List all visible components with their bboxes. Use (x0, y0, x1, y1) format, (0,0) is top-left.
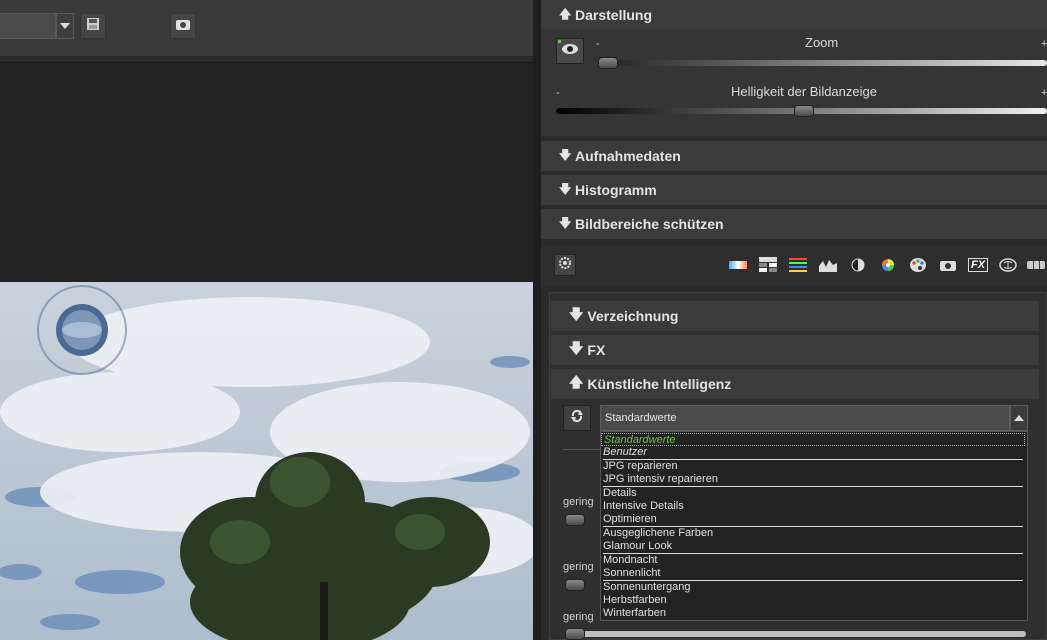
section-title: Aufnahmedaten (575, 148, 681, 164)
section-title: Verzeichnung (587, 308, 679, 324)
divider (563, 449, 601, 450)
snapshot-button[interactable] (170, 13, 196, 39)
dropdown-option[interactable]: Sonnenuntergang (603, 581, 690, 594)
histogram-icon[interactable] (817, 254, 839, 276)
dropdown-option[interactable]: Winterfarben (603, 607, 666, 620)
gradient-icon[interactable] (727, 254, 749, 276)
dropdown-separator (603, 553, 1023, 554)
save-button[interactable] (80, 13, 106, 39)
section-fx-header[interactable]: 🡇 FX (551, 335, 1039, 365)
preset-select[interactable] (0, 13, 56, 39)
arrow-down-icon: 🡇 (569, 340, 584, 356)
section-darstellung-header[interactable]: 🡅 Darstellung (541, 0, 1047, 30)
zoom-max-label: + (1041, 38, 1047, 50)
chevron-down-icon[interactable] (56, 13, 74, 39)
refresh-icon (570, 409, 584, 428)
camera-icon (176, 17, 190, 35)
dropdown-option[interactable]: JPG intensiv reparieren (603, 473, 718, 486)
brightness-min-label: - (556, 87, 560, 99)
camera-icon[interactable] (937, 254, 959, 276)
section-title: Bildbereiche schützen (575, 216, 724, 232)
dropdown-option[interactable]: Details (603, 487, 637, 500)
section-title: Darstellung (575, 7, 653, 23)
ki-slider-handle-1[interactable] (565, 514, 585, 526)
arrow-up-icon: 🡅 (569, 374, 584, 390)
brightness-label: Helligkeit der Bildanzeige (731, 84, 877, 99)
brightness-max-label: + (1041, 87, 1047, 99)
zoom-slider[interactable] (599, 60, 1047, 66)
color-wheel-icon[interactable] (877, 254, 899, 276)
gear-icon (559, 256, 571, 274)
section-histogramm-header[interactable]: 🡇 Histogramm (541, 175, 1047, 205)
zoom-slider-handle[interactable] (598, 57, 618, 69)
dropdown-option[interactable]: Intensive Details (603, 500, 684, 513)
section-title: Histogramm (575, 182, 657, 198)
arrow-down-icon: 🡇 (559, 147, 572, 162)
ki-slider-handle-2[interactable] (565, 579, 585, 591)
dropdown-option[interactable]: Benutzer (603, 446, 647, 459)
reset-button[interactable] (563, 405, 591, 431)
zoom-min-label: - (596, 38, 600, 50)
ki-slider-3[interactable] (571, 631, 1026, 637)
arrow-up-icon: 🡅 (559, 6, 572, 21)
dropdown-option[interactable]: JPG reparieren (603, 460, 678, 473)
photo-preview[interactable] (0, 282, 533, 640)
fx-icon[interactable]: FX (967, 254, 989, 276)
dropdown-option[interactable]: Glamour Look (603, 540, 672, 553)
ki-preset-dropdown: Standardwerte Benutzer JPG reparieren JP… (600, 431, 1028, 621)
section-bildbereiche-header[interactable]: 🡇 Bildbereiche schützen (541, 209, 1047, 239)
section-title: Künstliche Intelligenz (587, 376, 732, 392)
half-circle-icon[interactable] (847, 254, 869, 276)
dropdown-separator (603, 486, 1023, 487)
grid-icon[interactable] (757, 254, 779, 276)
ki-slider-handle-3[interactable] (565, 628, 585, 640)
dropdown-option[interactable]: Mondnacht (603, 554, 657, 567)
dropdown-option[interactable]: Herbstfarben (603, 594, 667, 607)
dropdown-option[interactable]: Ausgeglichene Farben (603, 527, 713, 540)
slider-min-label: gering (563, 561, 594, 573)
right-panel: 🡅 Darstellung - Zoom + - Helligkeit der … (541, 0, 1047, 640)
arrow-down-icon: 🡇 (559, 215, 572, 230)
slider-min-label: gering (563, 611, 594, 623)
zoom-label: Zoom (805, 35, 839, 50)
settings-button[interactable] (554, 254, 576, 276)
brain-icon[interactable] (997, 254, 1019, 276)
section-ki-header[interactable]: 🡅 Künstliche Intelligenz (551, 369, 1039, 399)
dropdown-option[interactable]: Standardwerte (601, 433, 1025, 446)
ki-preset-select[interactable]: Standardwerte (600, 405, 1010, 431)
dropdown-option[interactable]: Optimieren (603, 513, 657, 526)
panel-splitter[interactable] (533, 0, 541, 640)
palette-icon[interactable] (907, 254, 929, 276)
section-title: FX (587, 342, 606, 358)
arrow-down-icon: 🡇 (559, 181, 572, 196)
ki-preset-value: Standardwerte (605, 412, 677, 424)
section-aufnahmedaten-header[interactable]: 🡇 Aufnahmedaten (541, 141, 1047, 171)
brightness-slider-handle[interactable] (794, 105, 814, 117)
image-canvas-background (0, 62, 536, 283)
chevron-up-icon[interactable] (1010, 405, 1028, 431)
slider-min-label: gering (563, 496, 594, 508)
active-indicator (558, 40, 561, 43)
eye-icon (561, 42, 579, 60)
dropdown-option[interactable]: Sonnenlicht (603, 567, 661, 580)
arrow-down-icon: 🡇 (569, 306, 584, 322)
rgb-lines-icon[interactable] (787, 254, 809, 276)
save-icon (86, 17, 100, 36)
darstellung-body (541, 30, 1047, 136)
section-verzeichnung-header[interactable]: 🡇 Verzeichnung (551, 301, 1039, 331)
more-icon[interactable] (1025, 254, 1047, 276)
